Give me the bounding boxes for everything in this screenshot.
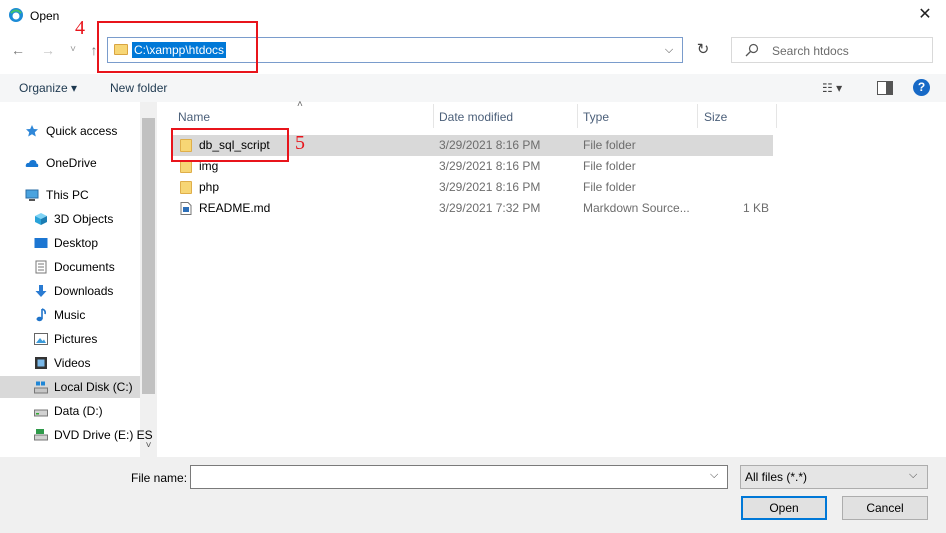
sidebar-item-label: Local Disk (C:): [54, 380, 133, 394]
annotation-box-5: [171, 128, 289, 162]
cancel-button[interactable]: Cancel: [842, 496, 928, 520]
file-size: [702, 156, 769, 177]
sidebar-item-documents[interactable]: Documents: [0, 256, 140, 278]
file-size: [702, 177, 769, 198]
file-date: 3/29/2021 7:32 PM: [439, 201, 541, 215]
annotation-number-4: 4: [75, 17, 85, 39]
new-folder-button[interactable]: New folder: [110, 81, 167, 95]
desktop-icon: [34, 238, 48, 248]
drive-icon: [34, 409, 48, 417]
file-date: 3/29/2021 8:16 PM: [439, 138, 541, 152]
cloud-icon: [25, 159, 39, 167]
sidebar-item-local-disk-c[interactable]: Local Disk (C:): [0, 376, 140, 398]
cube-icon: [35, 213, 47, 225]
chevron-down-icon[interactable]: ⌵: [661, 42, 677, 58]
sidebar-item-label: Desktop: [54, 236, 99, 250]
refresh-icon[interactable]: ↻: [690, 38, 716, 62]
open-button[interactable]: Open: [741, 496, 827, 520]
markdown-file-icon: [180, 202, 192, 215]
sort-ascending-icon: ˄: [297, 99, 303, 110]
chevron-down-icon[interactable]: ⌵: [710, 469, 718, 482]
organize-button[interactable]: Organize ▾: [19, 81, 77, 95]
file-date: 3/29/2021 8:16 PM: [439, 180, 541, 194]
computer-icon: [25, 189, 39, 201]
file-type-value: All files (*.*): [745, 470, 808, 484]
file-type: File folder: [583, 138, 636, 152]
search-icon: [745, 43, 759, 57]
file-size: 1 KB: [742, 201, 769, 215]
navigation-scrollbar-thumb[interactable]: [142, 118, 155, 394]
sidebar-item-label: This PC: [46, 188, 89, 202]
sidebar-item-dvd-drive-e[interactable]: DVD Drive (E:) ES: [0, 424, 153, 446]
column-divider[interactable]: [433, 104, 434, 128]
sidebar-item-music[interactable]: Music: [0, 304, 140, 326]
command-toolbar: Organize ▾ New folder ☷ ▾ ?: [0, 74, 946, 102]
sidebar-item-label: Videos: [54, 356, 91, 370]
sidebar-item-quick-access[interactable]: Quick access: [0, 120, 140, 142]
dvd-drive-icon: [34, 429, 48, 441]
column-header-type[interactable]: Type: [583, 105, 609, 129]
recent-locations-icon[interactable]: ˅: [63, 40, 83, 60]
sidebar-item-onedrive[interactable]: OneDrive: [0, 152, 140, 174]
search-box[interactable]: Search htdocs: [731, 37, 933, 63]
column-header-size[interactable]: Size: [704, 105, 727, 129]
file-name-input[interactable]: ⌵: [190, 465, 728, 489]
help-icon[interactable]: ?: [913, 79, 930, 96]
back-arrow-icon[interactable]: ←: [8, 40, 28, 60]
column-header-name[interactable]: Name: [178, 105, 210, 129]
sidebar-item-label: DVD Drive (E:) ES: [54, 428, 153, 442]
preview-pane-icon[interactable]: [877, 81, 893, 95]
sidebar-item-downloads[interactable]: Downloads: [0, 280, 140, 302]
table-row[interactable]: README.md 3/29/2021 7:32 PM Markdown Sou…: [172, 198, 773, 219]
sidebar-item-label: Documents: [54, 260, 115, 274]
forward-arrow-icon[interactable]: →: [38, 40, 58, 60]
file-type: File folder: [583, 180, 636, 194]
documents-icon: [35, 260, 47, 274]
sidebar-item-label: Music: [54, 308, 86, 322]
file-type-select[interactable]: All files (*.*) ⌵: [740, 465, 928, 489]
chevron-down-icon[interactable]: ⌵: [909, 469, 917, 482]
file-size: [702, 135, 769, 156]
videos-icon: [35, 357, 47, 369]
column-divider[interactable]: [577, 104, 578, 128]
annotation-box-4: [97, 21, 258, 73]
view-options-icon[interactable]: ☷ ▾: [822, 81, 842, 95]
file-type: File folder: [583, 159, 636, 173]
sidebar-item-label: 3D Objects: [54, 212, 114, 226]
sidebar-item-label: Quick access: [46, 124, 118, 138]
sidebar-item-label: Pictures: [54, 332, 98, 346]
sidebar-item-label: Downloads: [54, 284, 114, 298]
file-name: php: [199, 180, 220, 194]
column-header-date-modified[interactable]: Date modified: [439, 105, 513, 129]
sidebar-item-pictures[interactable]: Pictures: [0, 328, 140, 350]
file-date: 3/29/2021 8:16 PM: [439, 159, 541, 173]
file-name: README.md: [199, 201, 271, 215]
table-row[interactable]: php 3/29/2021 8:16 PM File folder: [172, 177, 773, 198]
file-type: Markdown Source...: [583, 201, 690, 215]
file-name-label: File name:: [131, 471, 188, 485]
sidebar-item-desktop[interactable]: Desktop: [0, 232, 140, 254]
sidebar-item-data-d[interactable]: Data (D:): [0, 400, 140, 422]
sidebar-item-label: OneDrive: [46, 156, 97, 170]
sidebar-item-label: Data (D:): [54, 404, 103, 418]
edge-logo-icon: [9, 8, 23, 22]
download-icon: [35, 285, 47, 297]
window-title: Open: [30, 9, 60, 23]
star-icon: [26, 125, 38, 137]
folder-icon: [180, 181, 192, 194]
annotation-number-5: 5: [295, 132, 305, 154]
column-divider[interactable]: [776, 104, 777, 128]
sidebar-item-3d-objects[interactable]: 3D Objects: [0, 208, 140, 230]
column-divider[interactable]: [697, 104, 698, 128]
close-icon[interactable]: ✕: [912, 4, 938, 26]
sidebar-item-videos[interactable]: Videos: [0, 352, 140, 374]
music-icon: [36, 308, 46, 322]
local-disk-icon: [34, 381, 48, 394]
search-input[interactable]: Search htdocs: [772, 44, 849, 58]
sidebar-item-this-pc[interactable]: This PC: [0, 184, 140, 206]
pictures-icon: [34, 333, 48, 345]
